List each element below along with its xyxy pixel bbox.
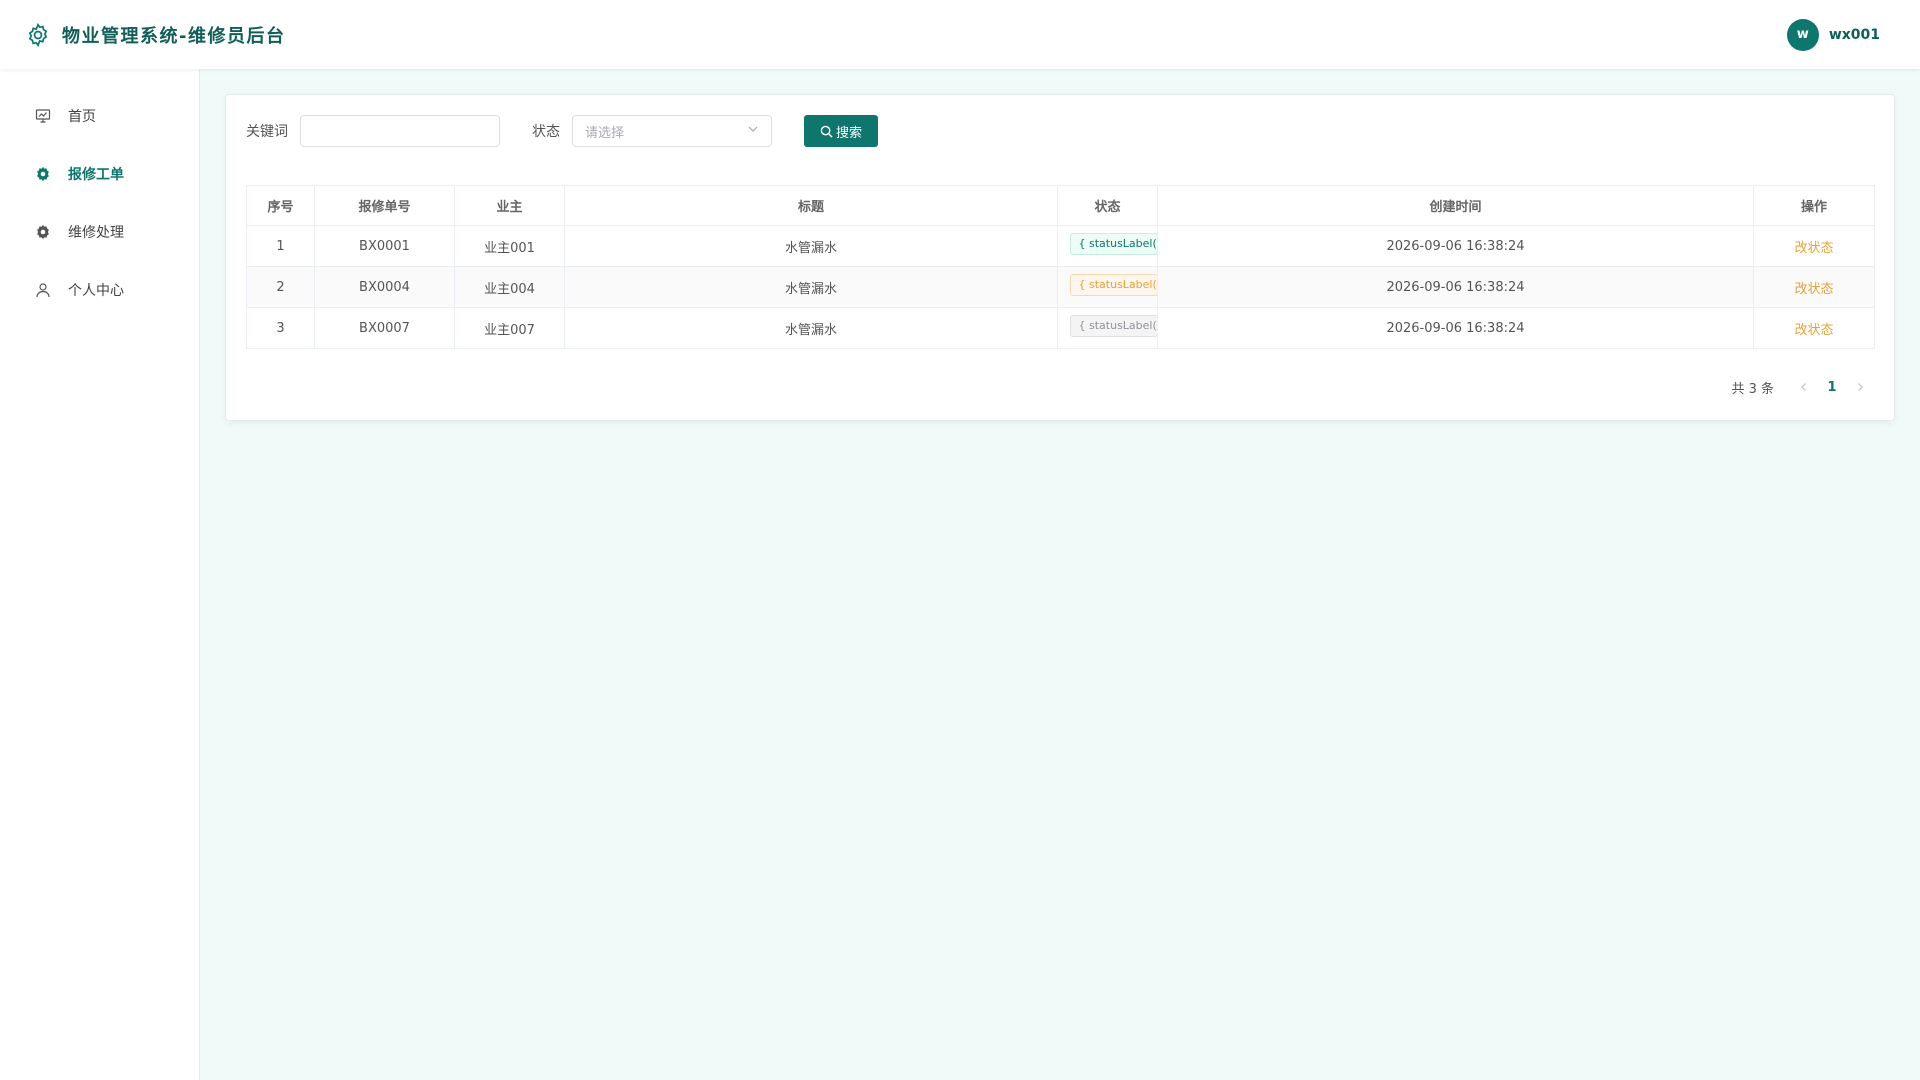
search-icon	[820, 125, 833, 138]
prev-page-button[interactable]	[1790, 373, 1818, 401]
gear-icon	[34, 165, 52, 183]
user-icon	[34, 281, 52, 299]
pagination-total: 共 3 条	[1731, 381, 1774, 397]
cell-created: 2026-09-06 16:38:24	[1157, 307, 1754, 349]
cell-order-no: BX0001	[314, 225, 455, 267]
sidebar-item-profile[interactable]: 个人中心	[0, 261, 199, 319]
cell-status: { statusLabel(r	[1057, 307, 1158, 349]
sidebar-item-repair-handling[interactable]: 维修处理	[0, 203, 199, 261]
change-status-link[interactable]: 改状态	[1794, 282, 1833, 297]
column-header-owner: 业主	[454, 185, 565, 226]
cell-index: 2	[246, 266, 315, 308]
content-card: 关键词 状态 请选择 搜索 序号 报修单号 业主 标题 状态 创建时间 操作 1…	[225, 94, 1895, 421]
cell-title: 水管漏水	[564, 266, 1058, 308]
page-number[interactable]: 1	[1818, 373, 1846, 401]
dashboard-icon	[34, 107, 52, 125]
sidebar-item-label: 报修工单	[68, 167, 124, 183]
sidebar-item-repair-orders[interactable]: 报修工单	[0, 145, 199, 203]
sidebar-item-label: 维修处理	[68, 225, 124, 241]
cell-owner: 业主007	[454, 307, 565, 349]
table-row: 2 BX0004 业主004 水管漏水 { statusLabel(r 2026…	[246, 266, 1875, 308]
top-header: 物业管理系统-维修员后台 w wx001	[0, 0, 1920, 69]
username[interactable]: wx001	[1829, 27, 1880, 43]
search-button-label: 搜索	[836, 124, 863, 140]
cell-index: 3	[246, 307, 315, 349]
chevron-down-icon	[747, 123, 759, 139]
keyword-input[interactable]	[300, 115, 500, 147]
sidebar-item-label: 个人中心	[68, 283, 124, 299]
status-badge: { statusLabel(r	[1069, 233, 1157, 255]
cell-action: 改状态	[1753, 225, 1875, 267]
avatar[interactable]: w	[1786, 18, 1819, 51]
change-status-link[interactable]: 改状态	[1794, 323, 1833, 338]
chevron-left-icon	[1801, 383, 1806, 391]
cell-status: { statusLabel(r	[1057, 225, 1158, 267]
cell-action: 改状态	[1753, 266, 1875, 308]
status-badge: { statusLabel(r	[1069, 315, 1157, 337]
status-select[interactable]: 请选择	[572, 115, 772, 147]
change-status-link[interactable]: 改状态	[1794, 241, 1833, 256]
status-label: 状态	[532, 124, 560, 140]
gear-icon	[24, 21, 52, 49]
cell-order-no: BX0007	[314, 307, 455, 349]
table-row: 1 BX0001 业主001 水管漏水 { statusLabel(r 2026…	[246, 225, 1875, 267]
cell-status: { statusLabel(r	[1057, 266, 1158, 308]
gear-icon	[34, 223, 52, 241]
pagination: 共 3 条 1	[1731, 373, 1874, 401]
cell-owner: 业主004	[454, 266, 565, 308]
cell-created: 2026-09-06 16:38:24	[1157, 225, 1754, 267]
next-page-button[interactable]	[1846, 373, 1874, 401]
cell-order-no: BX0004	[314, 266, 455, 308]
filter-bar: 关键词 状态 请选择 搜索	[246, 115, 879, 147]
search-button[interactable]: 搜索	[804, 115, 879, 147]
chevron-right-icon	[1858, 383, 1863, 391]
cell-index: 1	[246, 225, 315, 267]
table-header-row: 序号 报修单号 业主 标题 状态 创建时间 操作	[246, 185, 1875, 226]
sidebar: 首页 报修工单 维修处理 个人中心	[0, 69, 200, 1080]
column-header-order-no: 报修单号	[314, 185, 455, 226]
app-title: 物业管理系统-维修员后台	[62, 25, 286, 47]
cell-action: 改状态	[1753, 307, 1875, 349]
cell-title: 水管漏水	[564, 225, 1058, 267]
sidebar-item-label: 首页	[68, 109, 96, 125]
repair-orders-table: 序号 报修单号 业主 标题 状态 创建时间 操作 1 BX0001 业主001 …	[246, 185, 1875, 349]
cell-created: 2026-09-06 16:38:24	[1157, 266, 1754, 308]
brand: 物业管理系统-维修员后台	[24, 21, 285, 49]
keyword-label: 关键词	[246, 124, 288, 140]
column-header-action: 操作	[1753, 185, 1875, 226]
status-select-placeholder: 请选择	[585, 125, 625, 141]
column-header-created: 创建时间	[1157, 185, 1754, 226]
cell-owner: 业主001	[454, 225, 565, 267]
column-header-title: 标题	[564, 185, 1058, 226]
table-row: 3 BX0007 业主007 水管漏水 { statusLabel(r 2026…	[246, 307, 1875, 349]
status-badge: { statusLabel(r	[1069, 274, 1157, 296]
user-menu[interactable]: w wx001	[1786, 18, 1880, 51]
cell-title: 水管漏水	[564, 307, 1058, 349]
sidebar-item-home[interactable]: 首页	[0, 87, 199, 145]
column-header-status: 状态	[1057, 185, 1158, 226]
column-header-index: 序号	[246, 185, 315, 226]
